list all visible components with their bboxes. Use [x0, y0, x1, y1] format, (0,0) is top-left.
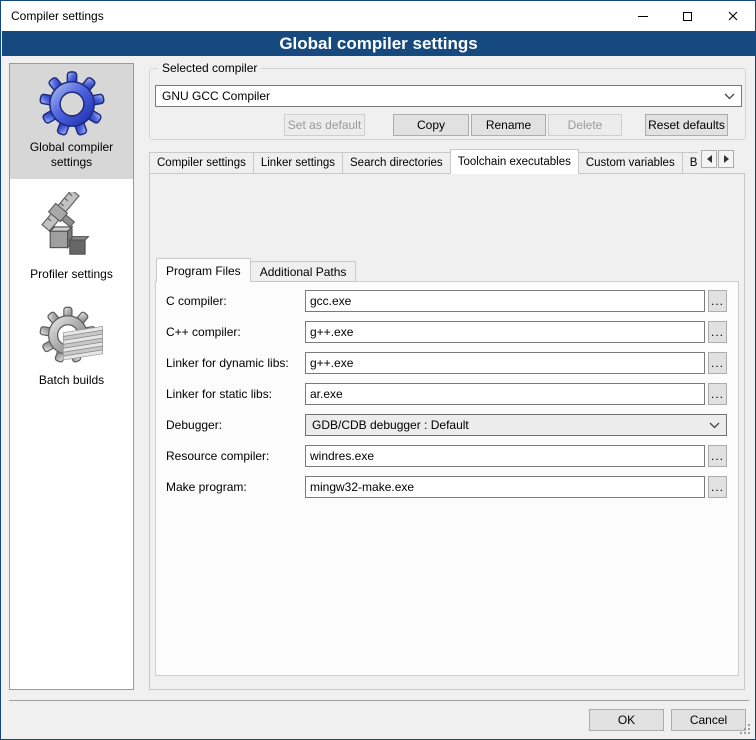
field-row-c-compiler: C compiler: ... [156, 290, 738, 312]
dynamic-libs-linker-input[interactable] [305, 352, 705, 374]
browse-button[interactable]: ... [708, 352, 727, 374]
chevron-down-icon [709, 422, 720, 429]
rename-button[interactable]: Rename [471, 114, 546, 136]
window-controls [620, 1, 755, 31]
browse-button[interactable]: ... [708, 383, 727, 405]
selected-compiler-group: Selected compiler GNU GCC Compiler Set a… [149, 68, 746, 140]
compiler-actions: Set as default Copy Rename Delete Reset … [150, 114, 728, 136]
browse-button[interactable]: ... [708, 445, 727, 467]
title-bar: Compiler settings [1, 1, 755, 31]
tabs-scroller: Compiler settings Linker settings Search… [149, 149, 698, 174]
resource-compiler-input[interactable] [305, 445, 705, 467]
group-label: Selected compiler [158, 61, 261, 75]
page-title: Global compiler settings [279, 34, 477, 54]
tab-build-options[interactable]: Build [682, 152, 698, 174]
footer-divider [9, 700, 749, 701]
gear-blue-icon [14, 71, 129, 137]
field-label: Make program: [166, 476, 247, 498]
field-label: Linker for dynamic libs: [166, 352, 289, 374]
subtab-program-files[interactable]: Program Files [156, 258, 251, 282]
field-label: Linker for static libs: [166, 383, 272, 405]
copy-button[interactable]: Copy [393, 114, 469, 136]
sidebar-item-global-compiler-settings[interactable]: Global compiler settings [10, 64, 133, 179]
c-compiler-input[interactable] [305, 290, 705, 312]
toolchain-subtabs: Program Files Additional Paths [156, 258, 355, 282]
field-row-static-linker: Linker for static libs: ... [156, 383, 738, 405]
program-files-panel: C compiler: ... C++ compiler: ... Linker… [155, 281, 739, 676]
tab-scroll-arrows [700, 150, 734, 168]
subtab-additional-paths[interactable]: Additional Paths [250, 261, 357, 282]
ok-button[interactable]: OK [589, 709, 664, 731]
gear-stack-icon [14, 304, 129, 370]
field-label: C compiler: [166, 290, 227, 312]
field-row-make-program: Make program: ... [156, 476, 738, 498]
field-row-debugger: Debugger: GDB/CDB debugger : Default [156, 414, 738, 436]
arrow-left-icon [707, 155, 712, 163]
tab-compiler-settings[interactable]: Compiler settings [149, 152, 254, 174]
close-icon [728, 11, 738, 21]
ellipsis-icon: ... [711, 449, 724, 463]
compiler-select[interactable]: GNU GCC Compiler [155, 85, 742, 107]
close-button[interactable] [710, 1, 755, 31]
debugger-select-value: GDB/CDB debugger : Default [312, 418, 705, 432]
field-row-dynamic-linker: Linker for dynamic libs: ... [156, 352, 738, 374]
field-label: Debugger: [166, 414, 222, 436]
settings-tabstrip: Compiler settings Linker settings Search… [149, 149, 745, 174]
window-title: Compiler settings [11, 9, 104, 23]
tab-search-directories[interactable]: Search directories [342, 152, 451, 174]
delete-button[interactable]: Delete [548, 114, 622, 136]
debugger-select[interactable]: GDB/CDB debugger : Default [305, 414, 727, 436]
ellipsis-icon: ... [711, 387, 724, 401]
caliper-icon [14, 192, 129, 264]
minimize-button[interactable] [620, 1, 665, 31]
tab-custom-variables[interactable]: Custom variables [578, 152, 683, 174]
cancel-button[interactable]: Cancel [671, 709, 746, 731]
dialog-header: Global compiler settings [2, 31, 755, 56]
sidebar-item-label: Batch builds [14, 373, 129, 388]
field-row-cpp-compiler: C++ compiler: ... [156, 321, 738, 343]
sidebar-item-label: Profiler settings [14, 267, 129, 282]
ellipsis-icon: ... [711, 294, 724, 308]
chevron-down-icon [724, 93, 735, 100]
sidebar-item-label: Global compiler settings [14, 140, 129, 170]
resize-grip[interactable] [740, 724, 750, 734]
tab-scroll-left-button[interactable] [701, 150, 717, 168]
maximize-button[interactable] [665, 1, 710, 31]
ellipsis-icon: ... [711, 480, 724, 494]
field-label: Resource compiler: [166, 445, 269, 467]
minimize-icon [638, 16, 648, 17]
maximize-icon [683, 12, 692, 21]
sidebar-item-profiler-settings[interactable]: Profiler settings [10, 185, 133, 291]
arrow-right-icon [724, 155, 729, 163]
tab-toolchain-executables[interactable]: Toolchain executables [450, 149, 579, 174]
make-program-input[interactable] [305, 476, 705, 498]
compiler-select-value: GNU GCC Compiler [162, 89, 720, 103]
ellipsis-icon: ... [711, 356, 724, 370]
cpp-compiler-input[interactable] [305, 321, 705, 343]
browse-button[interactable]: ... [708, 476, 727, 498]
settings-category-list: Global compiler settings [9, 63, 134, 690]
tab-linker-settings[interactable]: Linker settings [253, 152, 343, 174]
tab-scroll-right-button[interactable] [718, 150, 734, 168]
browse-button[interactable]: ... [708, 290, 727, 312]
field-row-resource-compiler: Resource compiler: ... [156, 445, 738, 467]
reset-defaults-button[interactable]: Reset defaults [645, 114, 728, 136]
field-label: C++ compiler: [166, 321, 241, 343]
sidebar-item-batch-builds[interactable]: Batch builds [10, 297, 133, 397]
browse-button[interactable]: ... [708, 321, 727, 343]
compiler-settings-window: Compiler settings Global compiler settin… [0, 0, 756, 740]
static-libs-linker-input[interactable] [305, 383, 705, 405]
set-as-default-button[interactable]: Set as default [284, 114, 365, 136]
ellipsis-icon: ... [711, 325, 724, 339]
